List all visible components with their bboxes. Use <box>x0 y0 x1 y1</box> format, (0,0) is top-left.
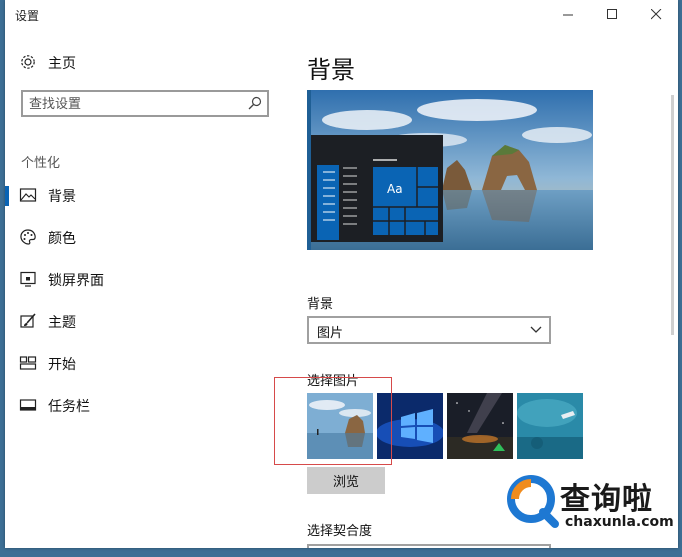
sidebar-item-label: 主题 <box>48 315 76 331</box>
sidebar-item-lock-screen[interactable]: 锁屏界面 <box>5 262 290 298</box>
annotation-highlight-box <box>274 377 392 465</box>
search-icon[interactable] <box>248 96 262 110</box>
lock-screen-icon <box>20 271 36 287</box>
page-title: 背景 <box>307 56 355 84</box>
palette-icon <box>20 229 36 245</box>
sidebar-item-start[interactable]: 开始 <box>5 346 290 382</box>
picture-thumbnail-night-sky[interactable] <box>447 393 513 459</box>
main-content: 背景 Aa 背景 图片 选择图片 浏览 选择契合度 <box>305 30 678 548</box>
background-preview: Aa <box>307 90 593 250</box>
search-input[interactable] <box>29 95 239 113</box>
sidebar-item-home[interactable]: 主页 <box>5 45 290 81</box>
brush-icon <box>20 313 36 328</box>
start-tiles-icon <box>19 356 37 370</box>
sidebar-item-label: 锁屏界面 <box>48 273 104 289</box>
minimize-button[interactable] <box>546 0 590 30</box>
selected-indicator <box>5 186 9 206</box>
close-icon <box>651 9 662 20</box>
background-label: 背景 <box>307 297 334 312</box>
title-bar: 设置 <box>5 0 678 30</box>
maximize-icon <box>607 9 617 19</box>
maximize-button[interactable] <box>590 0 634 30</box>
watermark-domain: chaxunla.com <box>565 514 674 530</box>
sidebar-item-label: 任务栏 <box>48 399 90 415</box>
minimize-icon <box>563 14 573 16</box>
picture-thumbnail-underwater[interactable] <box>517 393 583 459</box>
background-type-value: 图片 <box>317 326 344 341</box>
sidebar-item-label: 主页 <box>48 56 76 72</box>
gear-icon <box>21 55 35 69</box>
taskbar-icon <box>19 399 37 411</box>
preview-tile-text: Aa <box>387 182 403 196</box>
background-type-dropdown[interactable]: 图片 <box>307 316 551 344</box>
close-button[interactable] <box>634 0 678 30</box>
scrollbar[interactable] <box>671 95 674 335</box>
magnifier-logo-icon <box>507 475 559 528</box>
sidebar-item-label: 背景 <box>48 189 76 205</box>
sidebar-item-background[interactable]: 背景 <box>5 178 290 214</box>
sidebar-item-colors[interactable]: 颜色 <box>5 220 290 256</box>
sidebar-item-label: 开始 <box>48 357 76 373</box>
sidebar-item-taskbar[interactable]: 任务栏 <box>5 388 290 424</box>
window-title: 设置 <box>15 9 40 23</box>
watermark-text: 查询啦 <box>560 482 653 517</box>
choose-fit-label: 选择契合度 <box>307 524 373 539</box>
picture-icon <box>19 188 37 202</box>
sidebar: 主页 个性化 背景 颜色 <box>5 30 290 548</box>
section-header: 个性化 <box>21 156 61 171</box>
sidebar-item-label: 颜色 <box>48 231 76 247</box>
browse-button[interactable]: 浏览 <box>307 467 385 494</box>
chevron-down-icon <box>530 326 542 333</box>
settings-window: 设置 主页 个性化 <box>5 0 678 548</box>
sidebar-item-themes[interactable]: 主题 <box>5 304 290 340</box>
watermark-logo: 查询啦 chaxunla.com <box>505 472 680 552</box>
search-box[interactable] <box>21 90 269 117</box>
